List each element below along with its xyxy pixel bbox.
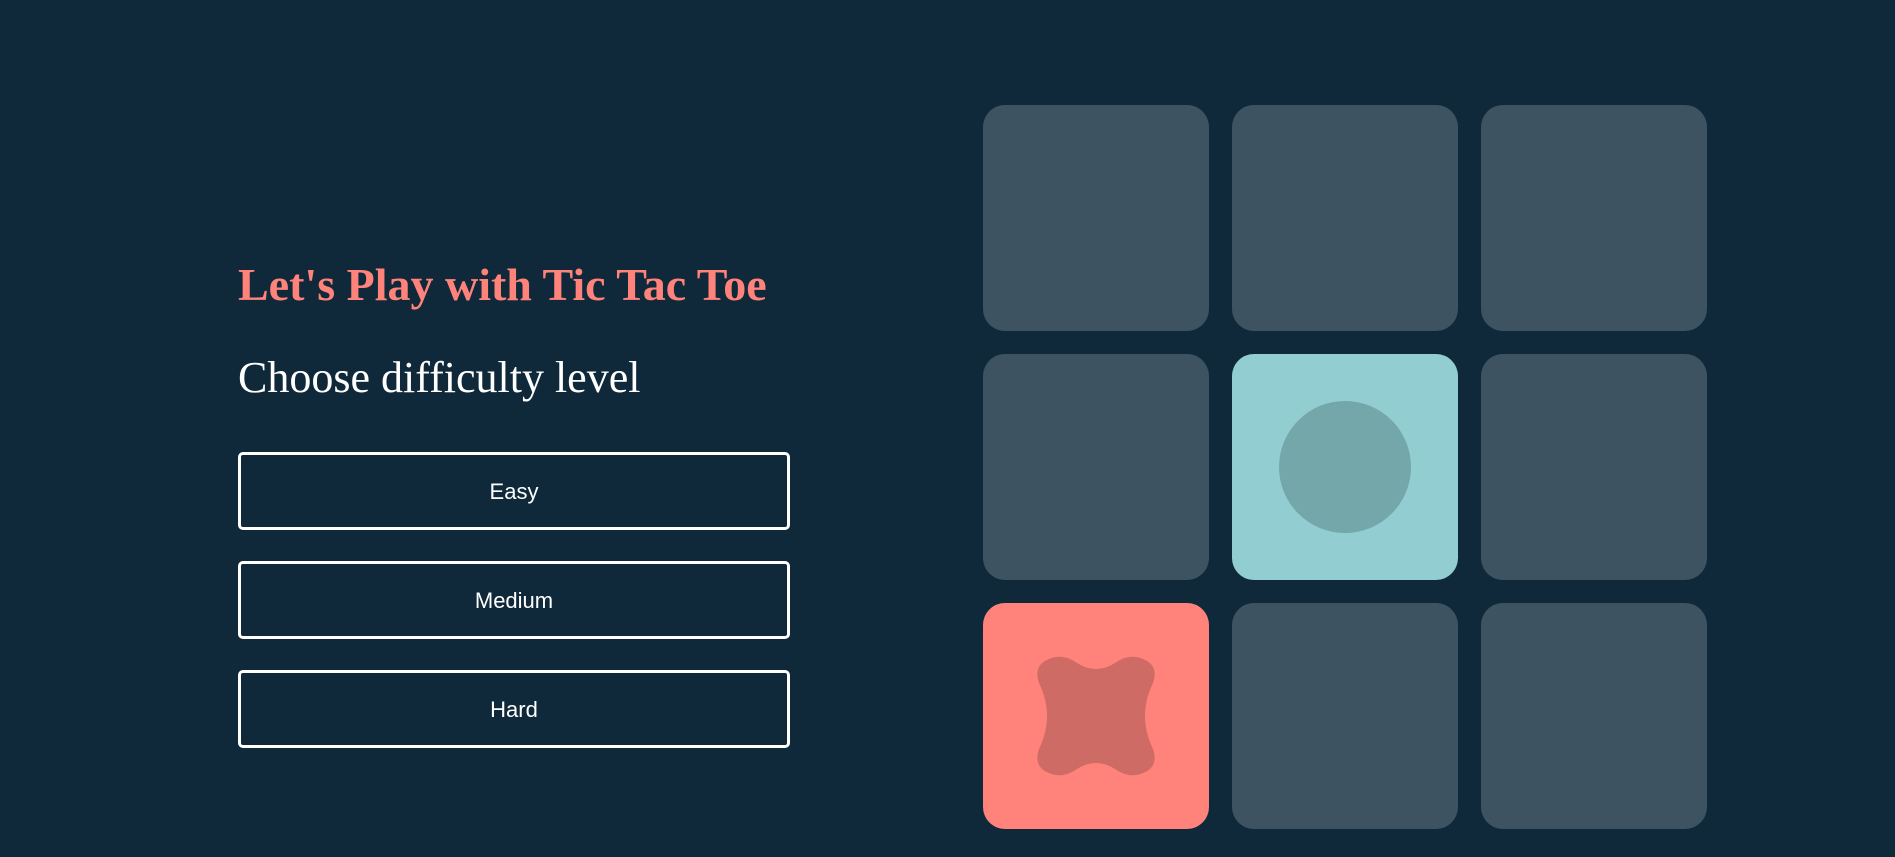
difficulty-options: Easy Medium Hard [238,452,790,748]
board-cell-8[interactable] [1232,603,1458,829]
game-page: Let's Play with Tic Tac Toe Choose diffi… [0,0,1895,857]
board-cell-1[interactable] [983,105,1209,331]
menu-panel: Let's Play with Tic Tac Toe Choose diffi… [238,255,790,779]
medium-button[interactable]: Medium [238,561,790,639]
board-cell-7[interactable] [983,603,1209,829]
game-board [983,105,1707,829]
board-cell-5[interactable] [1232,354,1458,580]
difficulty-heading: Choose difficulty level [238,353,641,402]
board-cell-2[interactable] [1232,105,1458,331]
x-mark-icon [1031,651,1161,781]
o-mark-icon [1279,401,1411,533]
board-cell-6[interactable] [1481,354,1707,580]
board-cell-4[interactable] [983,354,1209,580]
page-title: Let's Play with Tic Tac Toe [238,259,767,310]
board-cell-3[interactable] [1481,105,1707,331]
easy-button[interactable]: Easy [238,452,790,530]
board-cell-9[interactable] [1481,603,1707,829]
hard-button[interactable]: Hard [238,670,790,748]
